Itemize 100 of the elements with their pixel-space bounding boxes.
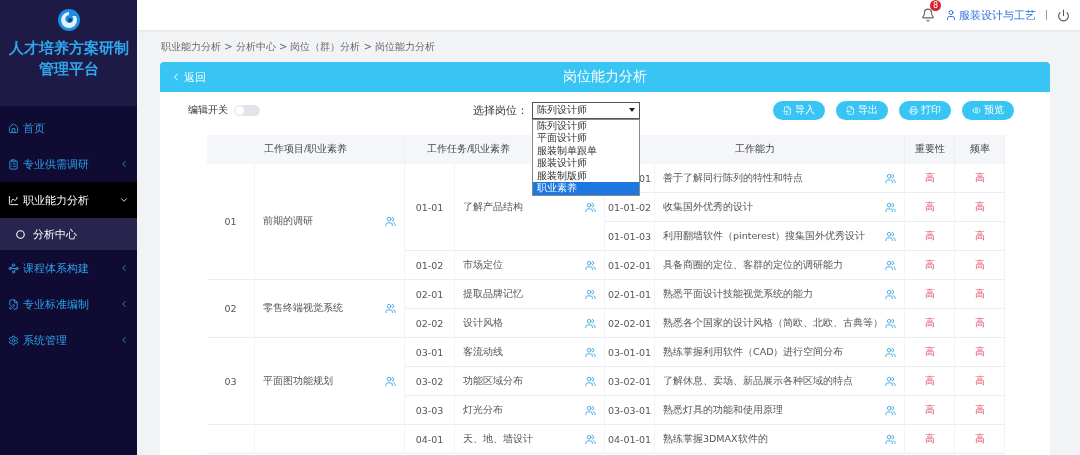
table-cell: 了解产品结构	[463, 200, 523, 214]
table-cell: 熟练掌握3DMAX软件的	[663, 432, 768, 446]
dropdown-option[interactable]: 职业素养	[533, 182, 639, 196]
users-icon[interactable]	[885, 317, 896, 329]
import-icon	[783, 105, 792, 115]
table-cell: 02-02-01	[605, 309, 655, 338]
table-cell: 高	[955, 280, 1005, 309]
home-icon	[8, 122, 19, 134]
line-chart-icon	[8, 194, 19, 206]
column-header: 频率	[955, 135, 1005, 164]
table-cell: 了解休息、卖场、新品展示各种区域的特点	[663, 374, 853, 388]
users-icon[interactable]	[885, 433, 896, 445]
users-icon[interactable]	[885, 288, 896, 300]
table-cell: 熟悉灯具的功能和使用原理	[663, 403, 783, 417]
clipboard-icon	[8, 158, 19, 170]
table-cell: 01-01-02	[605, 193, 655, 222]
users-icon[interactable]	[385, 303, 396, 314]
users-icon[interactable]	[885, 375, 896, 387]
edit-switch-label: 编辑开关	[188, 103, 228, 117]
submenu-item[interactable]: 分析中心	[0, 218, 137, 250]
table-cell: 零售终端视觉系统	[263, 302, 343, 315]
export-icon	[846, 105, 855, 115]
table-cell: 提取品牌记忆	[463, 287, 523, 301]
chevron-left-icon	[119, 335, 129, 345]
table-cell: 高	[905, 338, 955, 367]
table-cell: 04-01	[405, 425, 455, 454]
table-cell: 04-01-01	[605, 425, 655, 454]
users-icon[interactable]	[585, 404, 596, 416]
table-cell: 高	[955, 367, 1005, 396]
user-icon	[945, 9, 957, 21]
position-select[interactable]: 陈列设计师	[532, 101, 640, 119]
table-cell: 高	[905, 367, 955, 396]
table-cell: 高	[955, 338, 1005, 367]
table-cell: 高	[955, 251, 1005, 280]
users-icon[interactable]	[385, 375, 396, 387]
users-icon[interactable]	[885, 172, 896, 184]
menu-item[interactable]: 系统管理	[0, 322, 137, 358]
user-link[interactable]: 服装设计与工艺	[945, 7, 1036, 23]
select-label: 选择岗位：	[473, 102, 528, 118]
chevron-left-icon	[119, 159, 129, 169]
circle-icon	[16, 229, 25, 239]
menu-item[interactable]: 首页	[0, 110, 137, 146]
users-icon[interactable]	[585, 201, 596, 213]
table-cell: 功能区域分布	[463, 374, 523, 388]
table-cell: 03-03-01	[605, 396, 655, 425]
eye-icon	[972, 105, 981, 115]
table-cell: 02-01-01	[605, 280, 655, 309]
table-cell: 高	[955, 425, 1005, 454]
table-cell: 03-03	[405, 396, 455, 425]
edit-document-icon	[8, 298, 19, 310]
table-cell: 前期的调研	[263, 215, 313, 228]
table-cell: 熟练掌握利用软件（CAD）进行空间分布	[663, 345, 844, 359]
users-icon[interactable]	[585, 317, 596, 329]
table-cell: 平面图功能规划	[263, 374, 333, 388]
table-cell: 客流动线	[463, 345, 503, 359]
table-cell: 熟悉平面设计技能视觉系统的能力	[663, 287, 813, 301]
table-cell: 高	[905, 193, 955, 222]
menu-item[interactable]: 课程体系构建	[0, 250, 137, 286]
table-cell: 高	[905, 164, 955, 193]
bell-icon[interactable]	[921, 8, 935, 22]
table-cell: 02-01	[405, 280, 455, 309]
table-cell: 03-02	[405, 367, 455, 396]
users-icon[interactable]	[885, 404, 896, 416]
settings-icon	[8, 334, 19, 346]
panel-title: 岗位能力分析	[563, 68, 647, 86]
users-icon[interactable]	[585, 375, 596, 387]
table-cell: 高	[955, 164, 1005, 193]
logo-icon	[56, 8, 81, 32]
users-icon[interactable]	[585, 433, 596, 445]
caret-icon	[629, 108, 635, 112]
users-icon[interactable]	[585, 346, 596, 358]
chevron-left-icon	[119, 263, 129, 273]
users-icon[interactable]	[585, 259, 596, 271]
menu-item[interactable]: 专业供需调研	[0, 146, 137, 182]
table-cell: 高	[905, 425, 955, 454]
table-cell: 高	[905, 222, 955, 251]
table-cell: 01-02	[405, 251, 455, 280]
users-icon[interactable]	[885, 201, 896, 213]
users-icon[interactable]	[585, 288, 596, 300]
table-cell: 01-01-03	[605, 222, 655, 251]
menu-item[interactable]: 职业能力分析	[0, 182, 137, 218]
users-icon[interactable]	[885, 346, 896, 358]
notification-badge: 8	[929, 0, 941, 11]
power-icon[interactable]	[1057, 8, 1070, 22]
table-cell: 03-02-01	[605, 367, 655, 396]
table-cell: 熟悉各个国家的设计风格（简欧、北欧、古典等）	[663, 316, 883, 330]
table-cell: 高	[905, 309, 955, 338]
table-cell: 01-02-01	[605, 251, 655, 280]
table-cell: 03	[207, 338, 255, 425]
users-icon[interactable]	[385, 216, 396, 227]
table-cell: 01-01	[405, 164, 455, 251]
table-cell: 收集国外优秀的设计	[663, 200, 753, 214]
users-icon[interactable]	[885, 259, 896, 271]
table-cell: 设计风格	[463, 316, 503, 330]
edit-toggle[interactable]	[234, 104, 260, 116]
chevron-left-icon	[119, 299, 129, 309]
menu-item[interactable]: 专业标准编制	[0, 286, 137, 322]
breadcrumb: 职业能力分析 > 分析中心 > 岗位（群）分析 > 岗位能力分析	[160, 40, 437, 54]
table-cell: 利用翻墙软件（pinterest）搜集国外优秀设计	[663, 229, 866, 243]
users-icon[interactable]	[885, 230, 896, 242]
